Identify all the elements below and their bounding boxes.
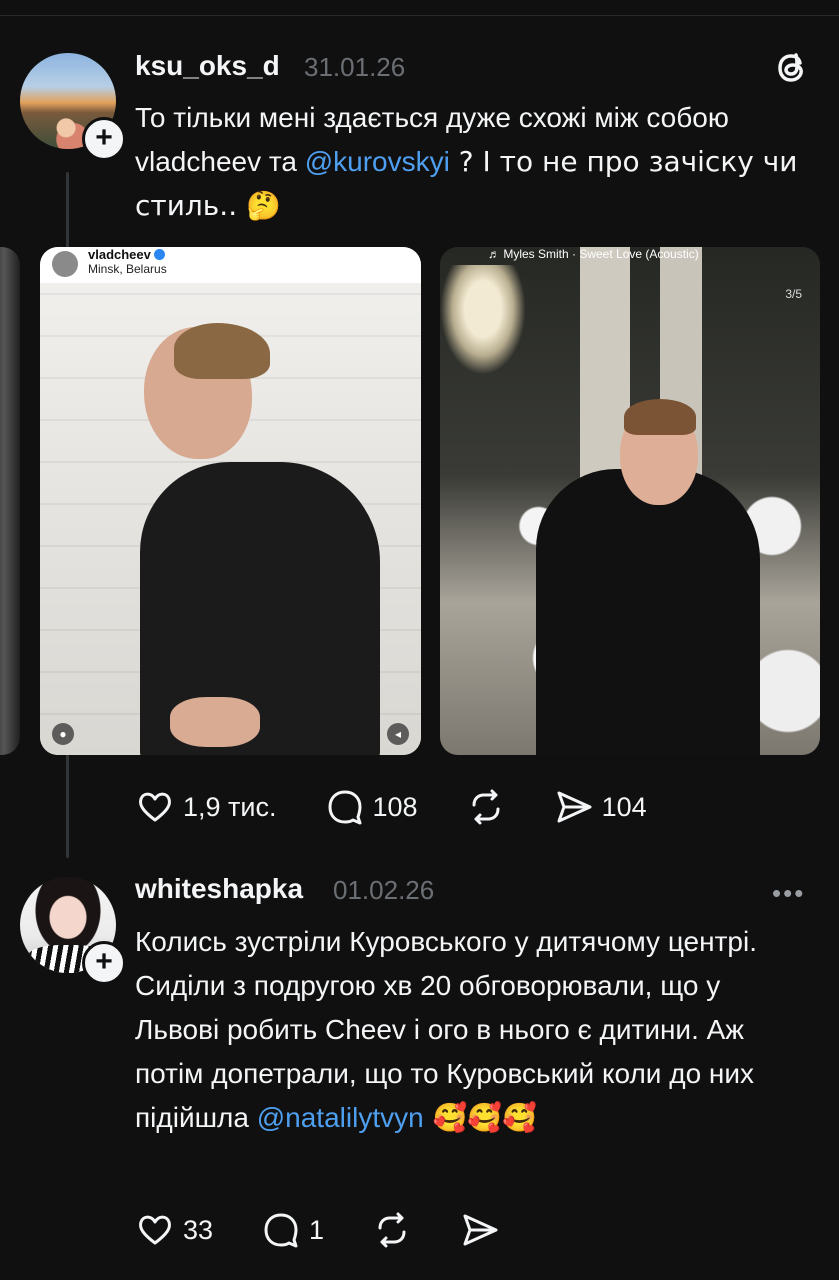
comment-button[interactable]: 108 (325, 787, 418, 827)
heart-icon (139, 792, 171, 822)
chandelier-graphic (440, 265, 526, 375)
media-carousel-prev-image[interactable] (0, 247, 20, 755)
like-button[interactable]: 33 (135, 1210, 213, 1250)
post-text: То тільки мені здається дуже схожі між с… (135, 96, 805, 228)
send-icon (557, 791, 592, 823)
heart-icon (139, 1215, 171, 1245)
reply-actions-bar: 33 1 (135, 1210, 548, 1250)
post-actions-bar: 1,9 тис. 108 104 (135, 787, 695, 827)
follow-plus-icon[interactable]: + (82, 117, 126, 161)
repost-icon (378, 1212, 406, 1248)
embedded-username: vladcheev (88, 247, 165, 262)
share-button[interactable]: 104 (554, 787, 647, 827)
threads-logo-icon[interactable] (772, 48, 812, 88)
comment-button[interactable]: 1 (261, 1210, 324, 1250)
post-date: 31.01.26 (304, 52, 406, 82)
send-icon (463, 1214, 498, 1246)
carousel-counter: 3/5 (785, 287, 802, 301)
music-label: ♬ Myles Smith · Sweet Love (Acoustic) (488, 247, 699, 261)
mention-link[interactable]: @natalilytvyn (257, 1102, 424, 1133)
like-count: 33 (183, 1214, 214, 1245)
comment-count: 108 (372, 791, 418, 822)
mention-link[interactable]: @kurovskyi (305, 146, 450, 177)
repost-button[interactable] (466, 787, 506, 827)
repost-button[interactable] (372, 1210, 412, 1250)
reply-text: Колись зустріли Куровського у дитячому ц… (135, 920, 810, 1140)
embedded-profile-header: vladcheev Minsk, Belarus (40, 247, 421, 283)
verified-badge-icon (153, 249, 165, 260)
reply-emojis: 🥰🥰🥰 (423, 1101, 538, 1134)
more-icon[interactable]: ••• (772, 878, 805, 909)
comment-icon (264, 1213, 298, 1248)
photo-subject (536, 469, 760, 755)
media-image-1[interactable]: vladcheev Minsk, Belarus ● ◂ (40, 247, 421, 755)
like-count: 1,9 тис. (183, 791, 277, 822)
embedded-location: Minsk, Belarus (88, 262, 167, 276)
comment-icon (328, 790, 361, 825)
comment-count: 1 (309, 1214, 325, 1245)
sound-icon[interactable]: ◂ (387, 723, 409, 745)
like-button[interactable]: 1,9 тис. (135, 787, 277, 827)
top-divider (0, 15, 839, 16)
embedded-avatar (52, 251, 78, 277)
photo-subject-hair (624, 399, 696, 435)
repost-icon (472, 789, 500, 825)
post-username[interactable]: ksu_oks_d (135, 50, 280, 82)
photo-subject-hands (170, 697, 260, 747)
follow-plus-icon[interactable]: + (82, 941, 126, 985)
post-username[interactable]: whiteshapka (135, 873, 303, 905)
media-image-2[interactable]: ♬ Myles Smith · Sweet Love (Acoustic) 3/… (440, 247, 820, 755)
post-date: 01.02.26 (333, 875, 435, 905)
user-tag-icon[interactable]: ● (52, 723, 74, 745)
share-count: 104 (601, 791, 647, 822)
share-button[interactable] (460, 1210, 500, 1250)
